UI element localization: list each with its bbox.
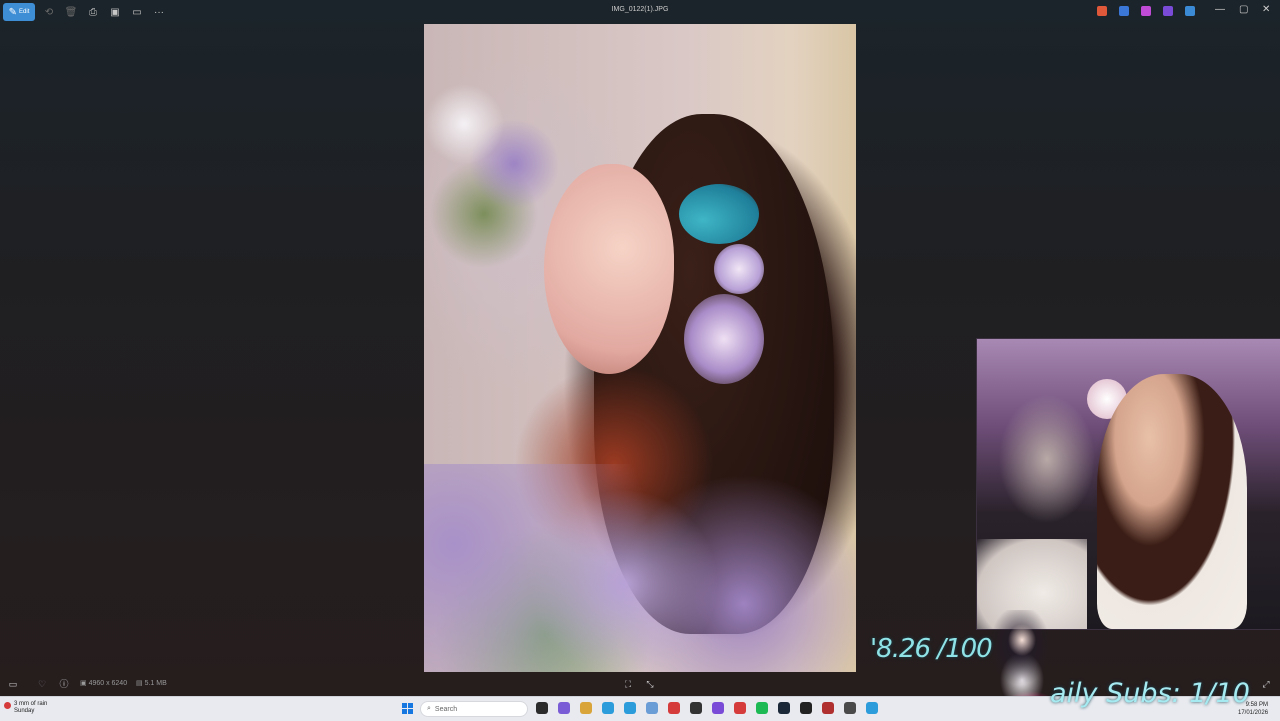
photos-active-icon[interactable] xyxy=(866,702,878,714)
minimize-icon[interactable]: — xyxy=(1215,4,1225,15)
hair-flower xyxy=(684,294,764,384)
photo-canvas[interactable] xyxy=(424,24,856,672)
windows-logo-icon xyxy=(408,709,413,714)
app-icon[interactable] xyxy=(844,702,856,714)
search-placeholder: Search xyxy=(434,705,458,713)
discord-icon[interactable] xyxy=(712,702,724,714)
daily-subs-counter: aily Subs: 1/10 xyxy=(1050,678,1250,709)
designer-icon[interactable] xyxy=(1141,6,1151,16)
windows-logo-icon xyxy=(402,709,407,714)
copilot-taskbar-icon[interactable] xyxy=(558,702,570,714)
favorite-icon[interactable]: ♡ xyxy=(36,678,48,690)
obs-icon[interactable] xyxy=(800,702,812,714)
snipping-tool-icon[interactable] xyxy=(646,702,658,714)
app-icon[interactable] xyxy=(822,702,834,714)
file-size-value: 5.1 MB xyxy=(144,680,167,687)
image-dimensions-value: 4960 x 6240 xyxy=(88,680,128,687)
copilot-icon[interactable] xyxy=(1097,6,1107,16)
clipchamp-icon[interactable] xyxy=(1163,6,1173,16)
butterfly-hairpiece xyxy=(679,184,759,244)
fit-to-window-icon[interactable]: ⛶ xyxy=(622,678,634,690)
taskbar-search[interactable]: ⌕ Search xyxy=(420,701,528,717)
weather-icon xyxy=(4,702,11,709)
info-icon[interactable]: ⓘ xyxy=(58,678,70,690)
maximize-icon[interactable]: ▢ xyxy=(1239,4,1248,15)
goal-counter: '8.26 /100 xyxy=(870,634,993,664)
windows-logo-icon xyxy=(408,703,413,708)
chrome-icon[interactable] xyxy=(690,702,702,714)
title-bar: ✎ Edit ⟲ 🗑 ⎙ ▣ ▭ ··· IMG_0122(1).JPG — ▢… xyxy=(0,0,1280,24)
windows-logo-icon xyxy=(402,703,407,708)
opera-icon[interactable] xyxy=(668,702,680,714)
actual-size-icon[interactable]: ⤡ xyxy=(644,678,656,690)
weather-widget[interactable]: 3 mm of rain Sunday xyxy=(4,701,48,715)
file-size-icon: ▤ xyxy=(136,680,145,687)
steam-icon[interactable] xyxy=(778,702,790,714)
search-icon: ⌕ xyxy=(427,705,431,712)
image-dimensions: ▣ 4960 x 6240 xyxy=(80,679,127,687)
dimensions-icon: ▣ xyxy=(80,680,89,687)
clock-date: 17/01/2026 xyxy=(1238,710,1269,716)
task-view-icon[interactable] xyxy=(536,702,548,714)
spotify-icon[interactable] xyxy=(756,702,768,714)
close-icon[interactable]: ✕ xyxy=(1262,4,1270,15)
xbox-icon[interactable] xyxy=(734,702,746,714)
photos-icon[interactable] xyxy=(624,702,636,714)
store-icon[interactable] xyxy=(602,702,614,714)
photo-subject-face xyxy=(544,164,674,374)
hair-flower xyxy=(714,244,764,294)
weather-line1: 3 mm of rain xyxy=(14,701,48,707)
webcam-overlay xyxy=(976,338,1280,630)
file-explorer-icon[interactable] xyxy=(580,702,592,714)
foreground-flowers xyxy=(424,464,856,672)
onedrive-icon[interactable] xyxy=(1185,6,1195,16)
start-button[interactable] xyxy=(402,703,414,715)
edit-with-icon[interactable] xyxy=(1119,6,1129,16)
file-title: IMG_0122(1).JPG xyxy=(611,6,669,13)
weather-line2: Sunday xyxy=(14,708,35,714)
filmstrip-icon[interactable]: ▭ xyxy=(7,678,19,690)
streamer xyxy=(1097,374,1247,629)
file-size: ▤ 5.1 MB xyxy=(136,679,167,687)
fullscreen-icon[interactable]: ⤢ xyxy=(1260,678,1272,690)
